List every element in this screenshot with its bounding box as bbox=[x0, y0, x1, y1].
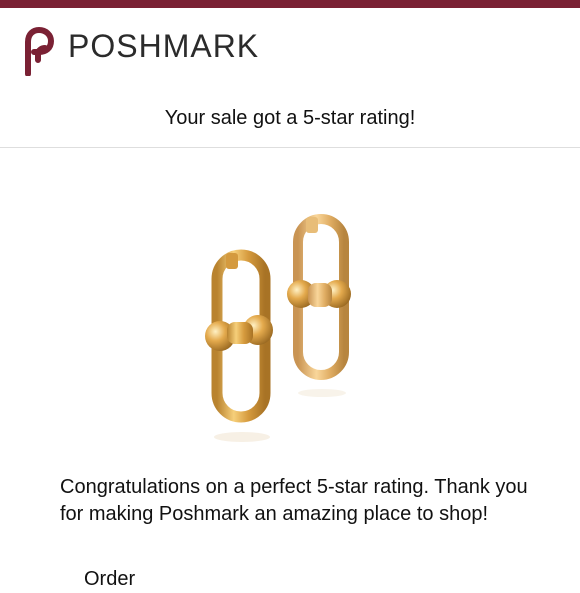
poshmark-logo-icon bbox=[25, 26, 55, 76]
brand-top-bar bbox=[0, 0, 580, 8]
gold-link-earrings-image[interactable] bbox=[170, 195, 410, 455]
rating-message: Congratulations on a perfect 5-star rati… bbox=[60, 476, 528, 525]
email-header: POSHMARK bbox=[0, 8, 580, 88]
poshmark-wordmark[interactable]: POSHMARK bbox=[68, 26, 259, 66]
email-headline: Your sale got a 5-star rating! bbox=[164, 107, 416, 129]
header-divider bbox=[0, 147, 580, 148]
